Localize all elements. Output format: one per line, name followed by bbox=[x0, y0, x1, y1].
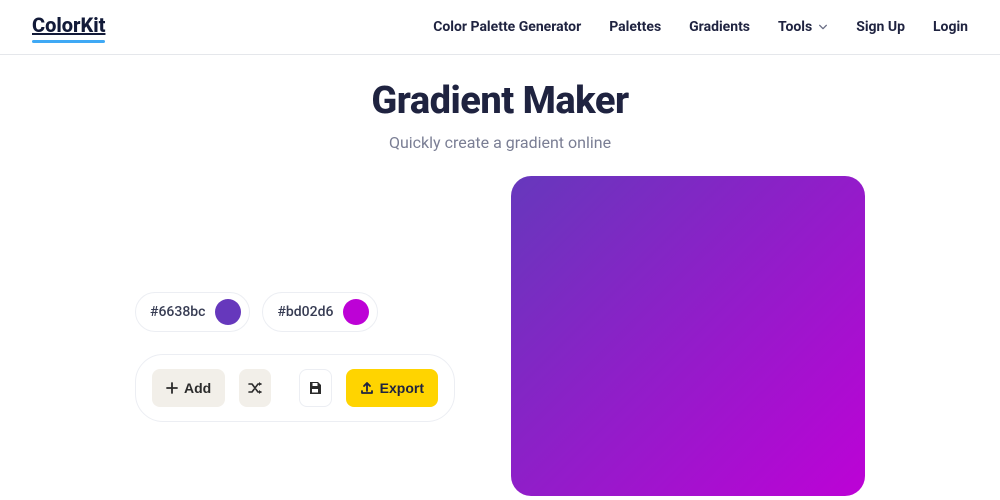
page-title: Gradient Maker bbox=[0, 79, 1000, 123]
nav-tools[interactable]: Tools bbox=[778, 19, 828, 35]
color-stops-row: #6638bc #bd02d6 bbox=[135, 292, 378, 332]
workspace: #6638bc #bd02d6 Add bbox=[0, 176, 1000, 496]
color-swatch-1[interactable] bbox=[215, 299, 241, 325]
nav-gradients[interactable]: Gradients bbox=[689, 19, 750, 35]
brand-name: ColorKit bbox=[32, 13, 105, 37]
nav-sign-up[interactable]: Sign Up bbox=[856, 19, 905, 35]
add-button[interactable]: Add bbox=[152, 369, 225, 407]
main-content: Gradient Maker Quickly create a gradient… bbox=[0, 55, 1000, 496]
controls-column: #6638bc #bd02d6 Add bbox=[135, 176, 455, 422]
nav-color-palette-generator[interactable]: Color Palette Generator bbox=[433, 19, 581, 35]
color-stop-2[interactable]: #bd02d6 bbox=[262, 292, 378, 332]
gradient-preview bbox=[511, 176, 865, 496]
nav-palettes[interactable]: Palettes bbox=[609, 19, 661, 35]
save-button[interactable] bbox=[299, 369, 331, 407]
color-stop-1[interactable]: #6638bc bbox=[135, 292, 250, 332]
app-header: ColorKit Color Palette Generator Palette… bbox=[0, 0, 1000, 55]
color-stop-1-hex: #6638bc bbox=[150, 304, 205, 320]
plus-icon bbox=[166, 382, 178, 394]
export-button[interactable]: Export bbox=[346, 369, 438, 407]
chevron-down-icon bbox=[818, 22, 828, 32]
page-subtitle: Quickly create a gradient online bbox=[0, 133, 1000, 152]
save-icon bbox=[307, 380, 323, 396]
export-button-label: Export bbox=[380, 380, 424, 396]
shuffle-icon bbox=[247, 380, 263, 396]
add-button-label: Add bbox=[184, 380, 211, 396]
brand-logo[interactable]: ColorKit bbox=[32, 13, 105, 41]
color-swatch-2[interactable] bbox=[343, 299, 369, 325]
nav-login[interactable]: Login bbox=[933, 19, 968, 35]
shuffle-button[interactable] bbox=[239, 369, 271, 407]
color-stop-2-hex: #bd02d6 bbox=[277, 304, 333, 320]
primary-nav: Color Palette Generator Palettes Gradien… bbox=[433, 19, 968, 35]
export-icon bbox=[360, 381, 374, 395]
brand-underline bbox=[32, 40, 105, 43]
action-toolbar: Add bbox=[135, 354, 455, 422]
